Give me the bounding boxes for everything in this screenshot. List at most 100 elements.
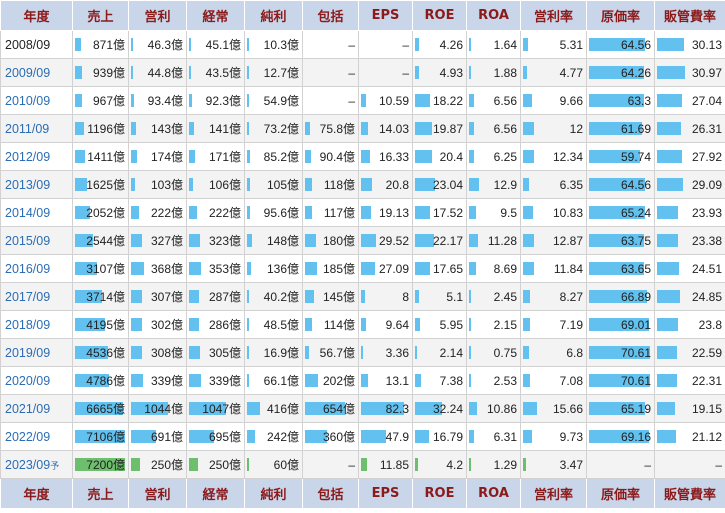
year-cell[interactable]: 2016/09 — [0, 254, 73, 283]
col-footer[interactable]: 年度 — [0, 478, 73, 509]
value-bar — [657, 38, 684, 51]
col-footer[interactable]: ROA — [466, 478, 521, 509]
year-cell[interactable]: 2011/09 — [0, 114, 73, 143]
col-footer[interactable]: ROE — [412, 478, 467, 509]
cell-value: – — [402, 65, 409, 80]
col-footer[interactable]: 純利 — [244, 478, 303, 509]
year-label[interactable]: 2021/09 — [5, 402, 50, 416]
col-header[interactable]: ROA — [466, 0, 521, 31]
value-bar — [361, 122, 368, 135]
col-footer[interactable]: 営利率 — [520, 478, 587, 509]
year-label[interactable]: 2011/09 — [5, 122, 49, 136]
value-cell: 6665億 — [72, 394, 129, 423]
cell-value: 13.1 — [385, 373, 409, 388]
value-bar — [523, 402, 537, 415]
year-cell[interactable]: 2017/09 — [0, 282, 73, 311]
value-cell: 75.8億 — [302, 114, 359, 143]
value-bar — [75, 38, 81, 51]
cell-value: 4.77 — [559, 65, 583, 80]
value-cell: 939億 — [72, 58, 129, 87]
value-cell: 12 — [520, 114, 587, 143]
cell-value: 323億 — [208, 234, 241, 248]
year-cell[interactable]: 2010/09 — [0, 86, 73, 115]
cell-value: 29.52 — [378, 233, 409, 248]
cell-value: 9.64 — [385, 317, 409, 332]
year-cell[interactable]: 2013/09 — [0, 170, 73, 199]
year-cell[interactable]: 2021/09 — [0, 394, 73, 423]
col-header[interactable]: 年度 — [0, 0, 73, 31]
col-footer[interactable]: 販管費率 — [654, 478, 725, 509]
col-header[interactable]: 販管費率 — [654, 0, 725, 31]
col-header[interactable]: 営利率 — [520, 0, 587, 31]
value-bar — [305, 262, 317, 275]
year-label[interactable]: 2013/09 — [5, 178, 50, 192]
year-cell[interactable]: 2009/09 — [0, 58, 73, 87]
cell-value: 148億 — [266, 234, 299, 248]
value-cell: 307億 — [128, 282, 187, 311]
col-header[interactable]: 原価率 — [586, 0, 655, 31]
year-cell[interactable]: 2023/09予 — [0, 450, 73, 479]
cell-value: 11.85 — [379, 457, 409, 472]
year-label[interactable]: 2018/09 — [5, 318, 50, 332]
year-label[interactable]: 2009/09 — [5, 66, 50, 80]
value-cell: 5.95 — [412, 310, 467, 339]
value-bar — [131, 458, 140, 471]
value-cell: – — [654, 450, 725, 479]
col-footer[interactable]: 原価率 — [586, 478, 655, 509]
col-header[interactable]: 営利 — [128, 0, 187, 31]
col-header[interactable]: 売上 — [72, 0, 129, 31]
year-label[interactable]: 2015/09 — [5, 234, 50, 248]
year-cell[interactable]: 2022/09 — [0, 422, 73, 451]
col-header[interactable]: ROE — [412, 0, 467, 31]
year-label[interactable]: 2022/09 — [5, 430, 50, 444]
value-cell: 60億 — [244, 450, 303, 479]
value-cell: 368億 — [128, 254, 187, 283]
col-header[interactable]: 経常 — [186, 0, 245, 31]
col-footer[interactable]: EPS — [358, 478, 413, 509]
cell-value: 339億 — [150, 374, 183, 388]
year-label[interactable]: 2010/09 — [5, 94, 50, 108]
col-header[interactable]: 純利 — [244, 0, 303, 31]
cell-value: 23.8 — [698, 317, 722, 332]
col-header[interactable]: 包括 — [302, 0, 359, 31]
cell-value: 64.26 — [620, 65, 651, 80]
cell-value: – — [644, 457, 651, 472]
cell-value: 2.14 — [439, 345, 463, 360]
col-footer[interactable]: 営利 — [128, 478, 187, 509]
col-header[interactable]: EPS — [358, 0, 413, 31]
col-footer[interactable]: 包括 — [302, 478, 359, 509]
cell-value: 2.15 — [493, 317, 517, 332]
cell-value: – — [348, 93, 355, 108]
value-bar — [131, 94, 134, 107]
year-cell[interactable]: 2015/09 — [0, 226, 73, 255]
value-bar — [247, 150, 250, 163]
year-label[interactable]: 2012/09 — [5, 150, 50, 164]
year-label[interactable]: 2017/09 — [5, 290, 50, 304]
year-label[interactable]: 2023/09 — [5, 458, 50, 472]
cell-value: 6.25 — [493, 149, 517, 164]
cell-value: 66.1億 — [263, 374, 299, 388]
year-cell[interactable]: 2019/09 — [0, 338, 73, 367]
year-label[interactable]: 2019/09 — [5, 346, 50, 360]
value-bar — [657, 150, 682, 163]
col-footer[interactable]: 売上 — [72, 478, 129, 509]
value-cell: 12.34 — [520, 142, 587, 171]
year-cell[interactable]: 2018/09 — [0, 310, 73, 339]
value-cell: 24.51 — [654, 254, 725, 283]
year-label[interactable]: 2016/09 — [5, 262, 50, 276]
year-cell[interactable]: 2012/09 — [0, 142, 73, 171]
cell-value: 11.28 — [487, 233, 517, 248]
value-bar — [131, 66, 133, 79]
value-cell: 0.75 — [466, 338, 521, 367]
value-cell: 85.2億 — [244, 142, 303, 171]
year-label[interactable]: 2014/09 — [5, 206, 50, 220]
year-cell[interactable]: 2014/09 — [0, 198, 73, 227]
col-footer[interactable]: 経常 — [186, 478, 245, 509]
value-cell: 65.24 — [586, 198, 655, 227]
value-cell: 14.03 — [358, 114, 413, 143]
value-cell: 141億 — [186, 114, 245, 143]
year-cell[interactable]: 2020/09 — [0, 366, 73, 395]
value-cell: 967億 — [72, 86, 129, 115]
year-label[interactable]: 2020/09 — [5, 374, 50, 388]
cell-value: 19.15 — [691, 401, 722, 416]
